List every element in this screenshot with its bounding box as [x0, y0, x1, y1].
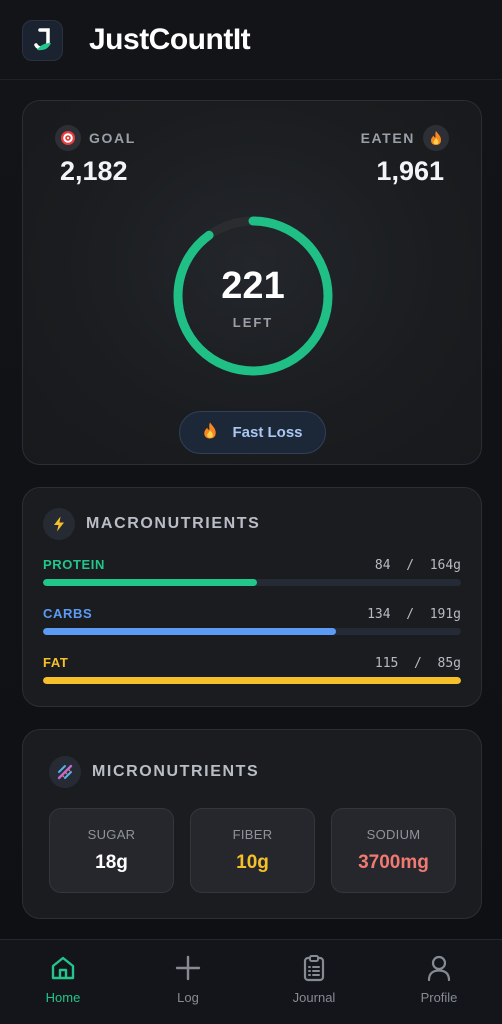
micro-sodium: SODIUM 3700mg — [331, 808, 456, 893]
micro-value: 3700mg — [358, 852, 429, 873]
calorie-ring: 221 LEFT — [170, 213, 336, 379]
nav-journal[interactable]: Journal — [269, 954, 359, 1005]
header-divider — [0, 79, 502, 80]
dna-icon — [49, 756, 81, 788]
macro-progress-fill — [43, 677, 461, 684]
macro-value: 115 / 85g — [374, 656, 461, 671]
macro-value: 84 / 164g — [374, 558, 461, 573]
target-icon — [55, 125, 81, 151]
nav-profile[interactable]: Profile — [394, 954, 484, 1005]
macronutrients-title: MACRONUTRIENTS — [86, 515, 261, 532]
macro-name: PROTEIN — [43, 557, 105, 572]
calories-left-label: LEFT — [232, 314, 274, 330]
macro-progress-track — [43, 628, 461, 635]
nav-log[interactable]: Log — [143, 954, 233, 1005]
plus-icon — [175, 955, 201, 981]
micro-value: 18g — [95, 852, 128, 873]
nav-label: Home — [45, 990, 81, 1005]
plan-button-label: Fast Loss — [232, 424, 303, 441]
bottom-nav: Home Log Journal Profile — [0, 939, 502, 1024]
lightning-icon — [43, 508, 75, 540]
nav-label: Log — [177, 990, 199, 1005]
macro-value: 134 / 191g — [367, 607, 461, 622]
user-icon — [427, 955, 451, 982]
logo-icon — [33, 28, 51, 51]
nav-label: Profile — [420, 990, 458, 1005]
micro-label: SUGAR — [87, 827, 136, 842]
app-header: JustCountIt — [0, 0, 502, 80]
micro-label: SODIUM — [366, 827, 421, 842]
goal-value: 2,182 — [60, 156, 128, 186]
flame-icon — [423, 125, 449, 151]
goal-label-row: GOAL — [55, 125, 136, 151]
app-logo[interactable] — [22, 19, 63, 61]
eaten-label-row: EATEN — [361, 125, 449, 151]
calorie-summary-card: GOAL 2,182 EATEN 1,961 221 LEFT Fast Los… — [22, 100, 482, 465]
micronutrients-title: MICRONUTRIENTS — [92, 763, 260, 780]
micro-value: 10g — [236, 852, 269, 873]
goal-label: GOAL — [89, 130, 136, 146]
calories-left-value: 221 — [221, 264, 285, 307]
macro-progress-fill — [43, 579, 258, 586]
clipboard-icon — [303, 955, 325, 982]
eaten-label: EATEN — [360, 130, 415, 146]
macro-progress-fill — [43, 628, 337, 635]
micronutrients-header: MICRONUTRIENTS — [49, 756, 259, 788]
macro-name: CARBS — [43, 606, 93, 621]
flame-icon — [202, 421, 218, 445]
micro-fiber: FIBER 10g — [190, 808, 315, 893]
app-title: JustCountIt — [89, 23, 251, 56]
macronutrients-header: MACRONUTRIENTS — [43, 508, 260, 540]
nav-home[interactable]: Home — [18, 954, 108, 1005]
app-screen: JustCountIt GOAL 2,182 EATEN 1,961 221 L… — [0, 0, 502, 1024]
eaten-value: 1,961 — [376, 156, 444, 186]
micro-label: FIBER — [232, 827, 273, 842]
nav-label: Journal — [292, 990, 336, 1005]
home-icon — [51, 956, 75, 980]
macro-progress-track — [43, 677, 461, 684]
plan-button[interactable]: Fast Loss — [179, 411, 326, 454]
macro-progress-track — [43, 579, 461, 586]
ring-center: 221 LEFT — [170, 213, 336, 379]
macro-name: FAT — [43, 655, 69, 670]
macronutrients-card: MACRONUTRIENTS PROTEIN 84 / 164g CARBS 1… — [22, 487, 482, 707]
micro-sugar: SUGAR 18g — [49, 808, 174, 893]
micronutrients-card: MICRONUTRIENTS SUGAR 18g FIBER 10g SODIU… — [22, 729, 482, 919]
